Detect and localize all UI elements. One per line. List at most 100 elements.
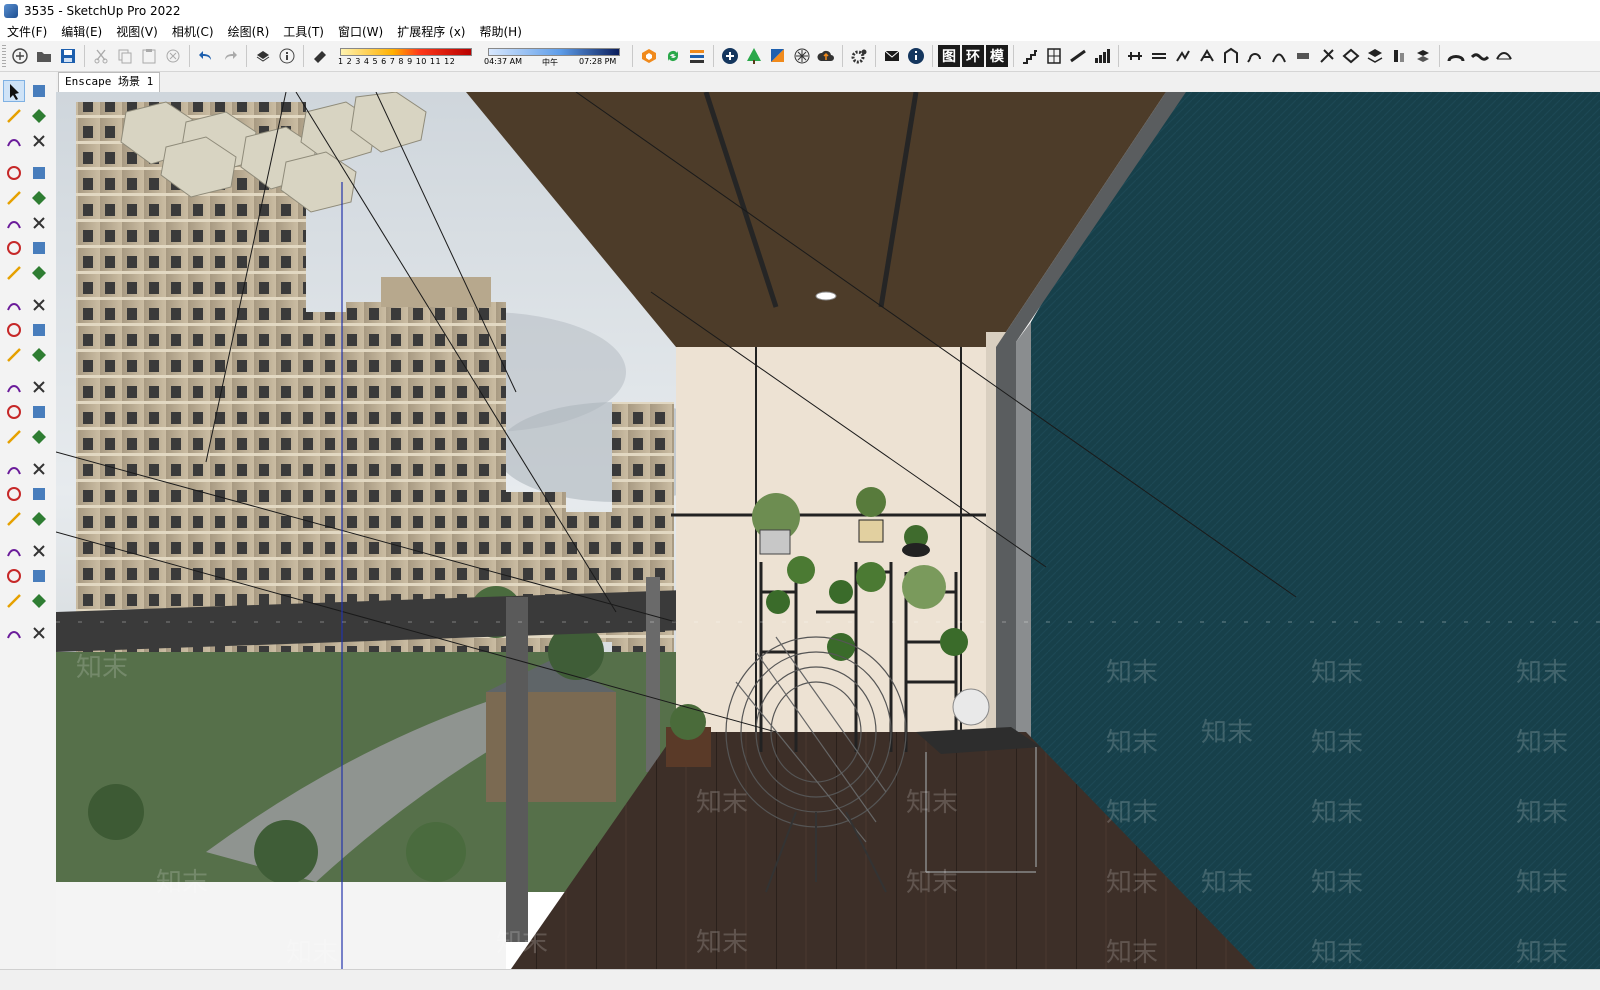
circle-icon[interactable] <box>3 212 25 234</box>
protractor-icon[interactable] <box>3 401 25 423</box>
menu-extensions[interactable]: 扩展程序 (x) <box>390 23 472 40</box>
extension-tool-8-icon[interactable] <box>1292 45 1314 67</box>
open-file-icon[interactable] <box>33 45 55 67</box>
shadow-date-slider[interactable]: 1 2 3 4 5 6 7 8 9 10 11 12 <box>336 43 476 69</box>
extension-tool-14-icon[interactable] <box>1445 45 1467 67</box>
feedback-mail-icon[interactable] <box>881 45 903 67</box>
pencil-tag-icon[interactable] <box>28 130 50 152</box>
sandbox-1-icon[interactable] <box>3 590 25 612</box>
arc-icon[interactable] <box>3 237 25 259</box>
rotated-rectangle-icon[interactable] <box>28 187 50 209</box>
sandbox-2-icon[interactable] <box>28 590 50 612</box>
plugin-huan-button[interactable]: 环 <box>962 45 984 67</box>
pie-icon[interactable] <box>28 262 50 284</box>
orbit-view-icon[interactable] <box>3 458 25 480</box>
bars-chart-icon[interactable] <box>1091 45 1113 67</box>
previous-view-icon[interactable] <box>28 508 50 530</box>
extension-tool-16-icon[interactable] <box>1493 45 1515 67</box>
two-point-arc-icon[interactable] <box>28 237 50 259</box>
extension-tool-15-icon[interactable] <box>1469 45 1491 67</box>
extension-tool-10-icon[interactable] <box>1340 45 1362 67</box>
paint-bucket-icon[interactable] <box>3 105 25 127</box>
extension-tool-12-icon[interactable] <box>1388 45 1410 67</box>
menu-tools[interactable]: 工具(T) <box>276 23 331 40</box>
follow-me-icon[interactable] <box>28 319 50 341</box>
stairs-icon[interactable] <box>1019 45 1041 67</box>
extension-tool-7-icon[interactable] <box>1268 45 1290 67</box>
eraser-icon[interactable] <box>28 105 50 127</box>
sandbox-3-icon[interactable] <box>3 622 25 644</box>
look-around-icon[interactable] <box>28 540 50 562</box>
toolbar-grip[interactable] <box>2 45 6 67</box>
add-icon[interactable] <box>719 45 741 67</box>
zoom-icon[interactable] <box>3 483 25 505</box>
move-icon[interactable] <box>3 294 25 316</box>
window-grid-icon[interactable] <box>1043 45 1065 67</box>
zoom-window-icon[interactable] <box>28 483 50 505</box>
about-info-icon[interactable] <box>905 45 927 67</box>
polygon-icon[interactable] <box>28 212 50 234</box>
extension-tool-4-icon[interactable] <box>1196 45 1218 67</box>
undo-icon[interactable] <box>195 45 217 67</box>
texture-icon[interactable] <box>791 45 813 67</box>
extension-tool-2-icon[interactable] <box>1148 45 1170 67</box>
beam-icon[interactable] <box>1067 45 1089 67</box>
pan-icon[interactable] <box>28 458 50 480</box>
scale-icon[interactable] <box>3 344 25 366</box>
tape-measure-icon[interactable] <box>3 376 25 398</box>
delete-icon[interactable] <box>162 45 184 67</box>
redo-icon[interactable] <box>219 45 241 67</box>
extension-tool-11-icon[interactable] <box>1364 45 1386 67</box>
cut-icon[interactable] <box>90 45 112 67</box>
cloud-upload-icon[interactable] <box>815 45 837 67</box>
three-point-arc-icon[interactable] <box>3 262 25 284</box>
print-icon[interactable] <box>252 45 274 67</box>
menu-edit[interactable]: 编辑(E) <box>54 23 109 40</box>
scene-tab[interactable]: Enscape 场景 1 <box>58 72 161 92</box>
paste-icon[interactable] <box>138 45 160 67</box>
enscape-views-icon[interactable] <box>686 45 708 67</box>
copy-icon[interactable] <box>114 45 136 67</box>
zoom-extents-icon[interactable] <box>3 508 25 530</box>
line-icon[interactable] <box>3 162 25 184</box>
walk-icon[interactable] <box>3 565 25 587</box>
shadows-toggle-icon[interactable] <box>309 45 331 67</box>
3d-text-icon[interactable] <box>28 426 50 448</box>
plugin-tu-button[interactable]: 图 <box>938 45 960 67</box>
plugin-mo-button[interactable]: 模 <box>986 45 1008 67</box>
material-icon[interactable] <box>767 45 789 67</box>
sandbox-4-icon[interactable] <box>28 622 50 644</box>
offset-icon[interactable] <box>28 344 50 366</box>
new-file-icon[interactable] <box>9 45 31 67</box>
component-icon[interactable] <box>3 130 25 152</box>
extension-tool-5-icon[interactable] <box>1220 45 1242 67</box>
extension-tool-6-icon[interactable] <box>1244 45 1266 67</box>
axes-icon[interactable] <box>3 426 25 448</box>
enscape-logo-icon[interactable] <box>638 45 660 67</box>
extension-tool-3-icon[interactable] <box>1172 45 1194 67</box>
orbit-icon[interactable] <box>28 80 50 102</box>
menu-window[interactable]: 窗口(W) <box>331 23 390 40</box>
section-plane-icon[interactable] <box>28 565 50 587</box>
enscape-sync-icon[interactable] <box>662 45 684 67</box>
settings-gear-icon[interactable] <box>848 45 870 67</box>
extension-tool-1-icon[interactable] <box>1124 45 1146 67</box>
menu-view[interactable]: 视图(V) <box>109 23 165 40</box>
extension-tool-9-icon[interactable] <box>1316 45 1338 67</box>
menu-camera[interactable]: 相机(C) <box>165 23 221 40</box>
freehand-icon[interactable] <box>28 162 50 184</box>
menu-draw[interactable]: 绘图(R) <box>221 23 277 40</box>
rectangle-icon[interactable] <box>3 187 25 209</box>
position-camera-icon[interactable] <box>3 540 25 562</box>
push-pull-icon[interactable] <box>28 294 50 316</box>
menu-help[interactable]: 帮助(H) <box>472 23 528 40</box>
model-viewport[interactable]: 知末知末知末知末知末知末知末知末知末知末知末知末知末知末知末知末知末知末知末知末… <box>56 92 1600 969</box>
save-icon[interactable] <box>57 45 79 67</box>
extension-tool-13-icon[interactable] <box>1412 45 1434 67</box>
dimension-icon[interactable] <box>28 376 50 398</box>
text-icon[interactable] <box>28 401 50 423</box>
menu-file[interactable]: 文件(F) <box>0 23 54 40</box>
rotate-icon[interactable] <box>3 319 25 341</box>
select-icon[interactable] <box>3 80 25 102</box>
model-info-icon[interactable] <box>276 45 298 67</box>
